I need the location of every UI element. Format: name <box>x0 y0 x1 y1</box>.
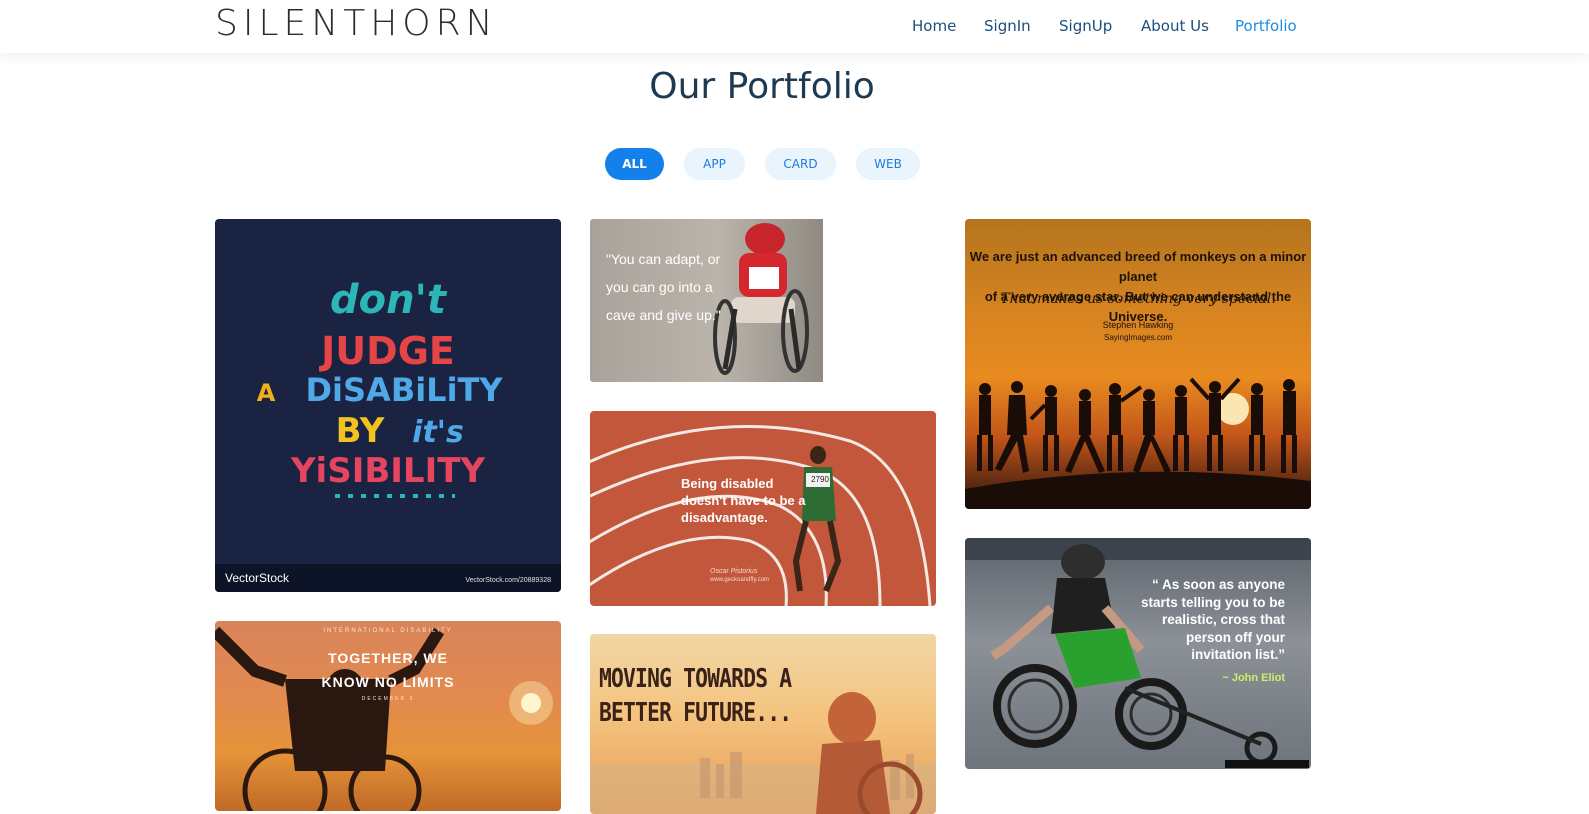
portfolio-item-adapt[interactable]: "You can adapt, or you can go into a cav… <box>590 219 823 382</box>
poster-line: YiSIBILITY <box>290 451 486 491</box>
together-quote: TOGETHER, WE KNOW NO LIMITS <box>321 650 455 690</box>
tile-kicker: INTERNATIONAL DISABILITY <box>323 628 453 634</box>
filter-card[interactable]: CARD <box>765 148 836 180</box>
tile-quote: Being disabled doesn't have to be a disa… <box>681 476 806 525</box>
portfolio-item-together[interactable]: INTERNATIONAL DISABILITY TOGETHER, WE KN… <box>215 621 561 811</box>
vectorstock-logo: VectorStock <box>225 571 290 585</box>
portfolio-item-poster[interactable]: don't JUDGE A DiSABiLiTY BY it's YiSIBIL… <box>215 219 561 592</box>
vectorstock-url: VectorStock.com/20889328 <box>465 577 551 584</box>
runner-bib: 2790 <box>811 475 829 484</box>
nav-about-us[interactable]: About Us <box>1141 16 1209 36</box>
tile-author: Stephen Hawking <box>1102 320 1174 330</box>
portfolio-item-hawking[interactable]: We are just an advanced breed of monkeys… <box>965 219 1311 509</box>
tile-quote-line: We are just an advanced breed of monkeys… <box>965 247 1311 327</box>
page-title: Our Portfolio <box>649 66 875 107</box>
portfolio-item-racer[interactable]: “ As soon as anyone starts telling you t… <box>965 538 1311 769</box>
hawking-line-1: We are just an advanced breed of monkeys… <box>969 249 1307 284</box>
tile-author: ~ John Eliot <box>1222 672 1285 684</box>
filter-all[interactable]: ALL <box>605 148 664 180</box>
site-logo[interactable]: SILENTHORN <box>215 2 498 46</box>
dots-decoration <box>335 494 455 498</box>
tile-author: Oscar Pistorius <box>710 568 758 575</box>
tile-date: DECEMBER 3 <box>361 696 415 702</box>
poster-line: don't <box>330 277 446 323</box>
tile-site: www.geckoandfly.com <box>710 577 769 583</box>
nav-signup[interactable]: SignUp <box>1059 16 1112 36</box>
nav-signin[interactable]: SignIn <box>984 16 1031 36</box>
site-header: SILENTHORN Home SignIn SignUp About Us P… <box>0 0 1589 53</box>
nav-home[interactable]: Home <box>912 16 956 36</box>
poster-line: it's <box>412 415 464 450</box>
poster-line: DiSABiLiTY <box>305 371 503 409</box>
tile-site: SayingImages.com <box>1103 333 1173 342</box>
portfolio-item-track[interactable]: Being disabled doesn't have to be a disa… <box>590 411 936 606</box>
portfolio-item-moving[interactable]: MOVING TOWARDS A BETTER FUTURE... <box>590 634 936 814</box>
tile-quote: "You can adapt, or you can go into a cav… <box>606 251 721 323</box>
nav-portfolio[interactable]: Portfolio <box>1235 16 1297 36</box>
filter-app[interactable]: APP <box>684 148 745 180</box>
tile-quote: “ As soon as anyone starts telling you t… <box>1140 577 1285 662</box>
filter-web[interactable]: WEB <box>856 148 920 180</box>
tile-quote: TOGETHER, WE KNOW NO LIMITS <box>215 646 561 694</box>
tile-quote: MOVING TOWARDS A BETTER FUTURE... <box>599 664 792 728</box>
poster-line: JUDGE <box>321 329 455 373</box>
hawking-line-3: That makes us something very special. <box>1000 291 1276 307</box>
